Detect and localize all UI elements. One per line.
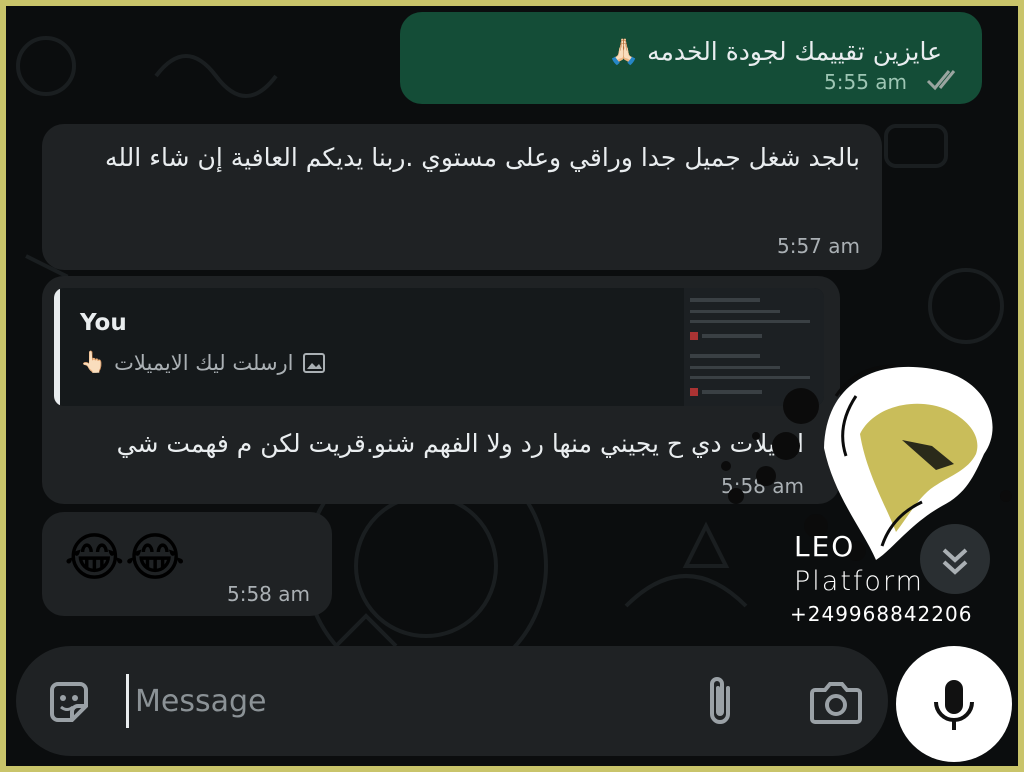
paperclip-icon	[710, 677, 730, 724]
message-bubble-incoming-emoji[interactable]: 😂😂 5:58 am	[42, 512, 332, 616]
lion-logo-icon	[721, 364, 1012, 561]
message-time: 5:55 am	[824, 70, 908, 94]
camera-button[interactable]	[806, 674, 866, 730]
watermark-brand: LEO	[794, 530, 856, 563]
message-composer	[16, 646, 888, 756]
message-time: 5:57 am	[776, 234, 860, 258]
quote-emoji: 👆🏻	[80, 350, 107, 374]
quote-text: ارسلت ليك الايميلات	[114, 350, 294, 375]
message-text: بالجد شغل جميل جدا وراقي وعلى مستوي .ربن…	[105, 143, 860, 172]
quote-preview: 👆🏻 ارسلت ليك الايميلات	[80, 350, 326, 375]
watermark: LEO Platform +249968842206	[706, 336, 1016, 626]
chat-screen: عايزين تقييمك لجودة الخدمه 🙏🏻 5:55 am با…	[6, 6, 1018, 766]
message-bubble-incoming[interactable]: بالجد شغل جميل جدا وراقي وعلى مستوي .ربن…	[42, 124, 882, 270]
watermark-phone: +249968842206	[790, 602, 973, 626]
voice-record-button[interactable]	[896, 646, 1012, 762]
quote-accent-bar	[54, 288, 60, 406]
message-text: عايزين تقييمك لجودة الخدمه 🙏🏻	[608, 37, 942, 66]
message-emoji: 😂😂	[64, 528, 186, 588]
watermark-subtitle: Platform	[794, 566, 924, 597]
message-bubble-outgoing[interactable]: عايزين تقييمك لجودة الخدمه 🙏🏻 5:55 am	[400, 12, 982, 104]
image-icon	[302, 352, 325, 373]
attach-button[interactable]	[694, 672, 746, 732]
camera-icon	[810, 682, 862, 724]
quote-author: You	[80, 310, 127, 336]
sticker-button[interactable]	[42, 676, 96, 730]
double-check-icon	[926, 70, 956, 91]
message-text: ايميلات دي ح يجيني منها رد ولا الفهم شنو…	[116, 429, 804, 458]
message-input[interactable]	[126, 674, 686, 728]
sticker-icon	[50, 682, 88, 722]
microphone-icon	[934, 680, 974, 730]
message-time: 5:58 am	[226, 582, 310, 606]
